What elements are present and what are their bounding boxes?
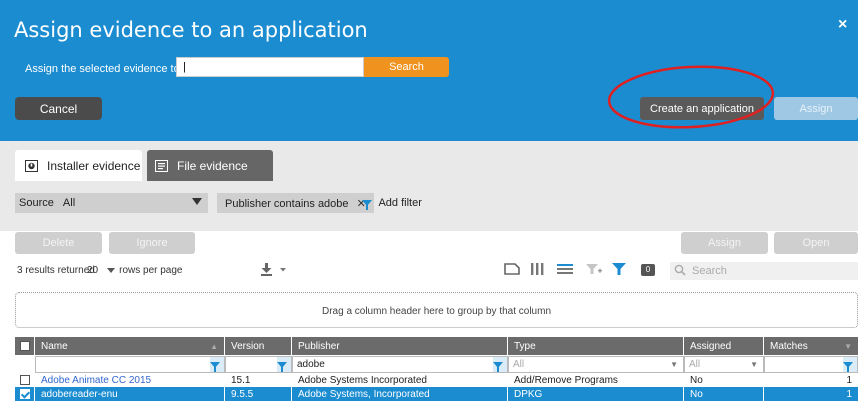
assign-button-disabled[interactable]: Assign	[774, 97, 858, 120]
filter-icon[interactable]	[611, 261, 627, 277]
column-header-type[interactable]: Type	[508, 337, 684, 355]
column-label: Assigned	[690, 340, 732, 352]
rows-per-page-value: 20	[87, 265, 99, 276]
search-button[interactable]: Search	[364, 57, 449, 77]
row-checkbox[interactable]	[15, 373, 35, 387]
filter-icon[interactable]	[493, 357, 507, 372]
cell-matches: 1	[846, 374, 852, 386]
layout-card-icon[interactable]	[503, 261, 521, 277]
ignore-button[interactable]: Ignore	[109, 232, 195, 254]
search-placeholder: Search	[692, 265, 727, 277]
add-filter-icon[interactable]	[585, 261, 603, 277]
column-label: Publisher	[298, 340, 340, 352]
chevron-down-icon	[107, 267, 116, 273]
results-count: 3 results returned	[17, 265, 95, 276]
cell-matches: 1	[846, 388, 852, 400]
delete-button[interactable]: Delete	[15, 232, 102, 254]
cell-publisher: Adobe Systems Incorporated	[292, 373, 508, 387]
tab-label: File evidence	[177, 158, 248, 173]
column-label: Version	[231, 340, 265, 352]
tab-label: Installer evidence	[47, 158, 141, 173]
filter-icon[interactable]	[843, 357, 857, 372]
close-icon[interactable]: ×	[838, 16, 847, 34]
cell-version: 15.1	[225, 373, 292, 387]
cell-type: DPKG	[508, 387, 684, 401]
cell-type: Add/Remove Programs	[508, 373, 684, 387]
chevron-down-icon	[192, 198, 202, 205]
checkbox	[19, 375, 30, 385]
filter-value: adobe	[297, 359, 325, 370]
add-filter-label: Add filter	[378, 197, 422, 209]
row-checkbox[interactable]	[15, 387, 35, 401]
evidence-table: Name ▲ Version Publisher Type Assigned M…	[15, 337, 858, 417]
export-download-icon[interactable]	[260, 262, 290, 276]
column-label: Type	[514, 340, 536, 352]
name-filter-input[interactable]	[35, 356, 225, 373]
source-value: All	[62, 197, 76, 209]
installer-icon	[25, 159, 38, 172]
application-search-input[interactable]	[176, 57, 364, 77]
filter-icon	[362, 200, 372, 211]
sort-icon: ▼	[844, 341, 852, 351]
filter-count-badge: 0	[641, 264, 655, 276]
table-row-selected[interactable]: adobereader-enu 9.5.5 Adobe Systems, Inc…	[15, 387, 858, 401]
rows-per-page-label: rows per page	[119, 265, 183, 276]
column-header-version[interactable]: Version	[225, 337, 292, 355]
publisher-filter-input[interactable]: adobe	[292, 356, 508, 373]
assigned-filter-select[interactable]: All ▼	[684, 356, 764, 373]
filter-chip-label: Publisher contains adobe	[225, 198, 349, 210]
assign-action-button[interactable]: Assign	[681, 232, 768, 254]
sort-icon: ▲	[210, 341, 218, 351]
dialog-title: Assign evidence to an application	[14, 18, 368, 42]
matches-filter-input[interactable]	[764, 356, 858, 373]
open-button[interactable]: Open	[774, 232, 858, 254]
tab-installer-evidence[interactable]: Installer evidence	[15, 150, 142, 181]
column-header-assigned[interactable]: Assigned	[684, 337, 764, 355]
cell-assigned: No	[684, 373, 764, 387]
search-icon	[674, 264, 686, 276]
cancel-button[interactable]: Cancel	[15, 97, 102, 120]
add-filter-link[interactable]: Add filter	[362, 197, 422, 211]
filter-icon[interactable]	[210, 357, 224, 372]
filter-value: All	[513, 359, 525, 370]
type-filter-select[interactable]: All ▼	[508, 356, 684, 373]
rows-icon[interactable]	[556, 261, 574, 277]
group-by-drop-zone[interactable]: Drag a column header here to group by th…	[15, 292, 858, 328]
assign-to-label: Assign the selected evidence to:	[25, 63, 183, 75]
rows-per-page-select[interactable]: 20 rows per page	[87, 265, 183, 276]
column-header-matches[interactable]: Matches ▼	[764, 337, 858, 355]
cell-name-link[interactable]: adobereader-enu	[35, 387, 225, 401]
file-icon	[155, 159, 168, 172]
cell-assigned: No	[684, 387, 764, 401]
select-all-checkbox[interactable]	[15, 337, 35, 355]
cell-name-link[interactable]: Adobe Animate CC 2015	[35, 373, 225, 387]
column-header-name[interactable]: Name ▲	[35, 337, 225, 355]
group-hint-text: Drag a column header here to group by th…	[321, 306, 552, 317]
annotation-ellipse	[607, 65, 775, 129]
chevron-down-icon: ▼	[750, 360, 758, 369]
table-row[interactable]: Adobe Animate CC 2015 15.1 Adobe Systems…	[15, 373, 858, 387]
cell-publisher: Adobe Systems, Incorporated	[292, 387, 508, 401]
tab-file-evidence[interactable]: File evidence	[147, 150, 273, 181]
filter-chip-publisher[interactable]: Publisher contains adobe ✕	[217, 193, 374, 213]
column-header-publisher[interactable]: Publisher	[292, 337, 508, 355]
column-label: Matches	[770, 340, 808, 352]
source-label: Source	[19, 197, 54, 209]
table-filter-row: adobe All ▼ All ▼	[15, 356, 858, 373]
assign-evidence-dialog: Assign evidence to an application × Assi…	[0, 0, 858, 417]
column-label: Name	[41, 340, 68, 352]
filter-icon[interactable]	[277, 357, 291, 372]
grid-search-input[interactable]: Search	[670, 262, 858, 280]
chevron-down-icon: ▼	[670, 360, 678, 369]
cell-version: 9.5.5	[225, 387, 292, 401]
version-filter-input[interactable]	[225, 356, 292, 373]
columns-icon[interactable]	[529, 261, 545, 277]
source-select[interactable]: Source All	[15, 193, 208, 213]
filter-value: All	[689, 359, 701, 370]
table-header-row: Name ▲ Version Publisher Type Assigned M…	[15, 337, 858, 355]
checkbox-checked	[19, 389, 30, 399]
checkbox	[19, 341, 30, 351]
